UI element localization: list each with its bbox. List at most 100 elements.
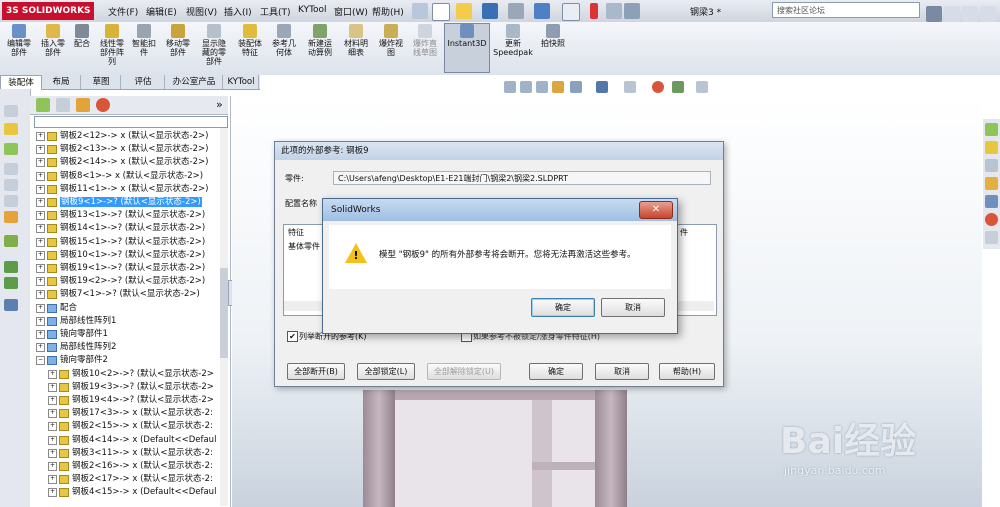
help-button[interactable]: 帮助(H) [659,363,715,380]
tab-sketch[interactable]: 草图 [82,75,121,89]
menu-window[interactable]: 窗口(W) [334,5,368,18]
expand-toggle-icon[interactable]: + [36,303,45,313]
tab-kytool[interactable]: KYTool [224,75,259,89]
expand-toggle-icon[interactable]: + [36,211,45,221]
insert-component-button[interactable]: 插入零 部件 [38,24,68,57]
menu-edit[interactable]: 编辑(E) [146,5,177,18]
zoom-area-icon[interactable] [520,81,532,93]
expand-toggle-icon[interactable]: + [48,409,57,419]
property-manager-tab-icon[interactable] [56,98,70,112]
menu-kytool[interactable]: KYTool [298,5,327,15]
display-style-icon[interactable] [596,81,608,93]
tree-component-item[interactable]: + 钢板19<2>->? (默认<显示状态-2>) [36,275,205,288]
tree-component-item[interactable]: + 钢板2<15>-> x (默认<显示状态-2: [48,420,213,433]
section-view-icon[interactable] [552,81,564,93]
tree-component-item[interactable]: + 钢板8<1>-> x (默认<显示状态-2>) [36,170,203,183]
expand-panel-icon[interactable]: » [216,98,223,111]
tree-component-item[interactable]: + 钢板2<16>-> x (默认<显示状态-2: [48,460,213,473]
linear-pattern-button[interactable]: 线性零 部件阵 列 [96,24,128,66]
strip-tool-9-icon[interactable] [4,261,18,273]
options-gear-icon[interactable] [624,3,640,19]
tree-group-item[interactable]: + 配合 [36,302,77,315]
tree-component-item[interactable]: + 钢板9<1>->? (默认<显示状态-2>) [36,196,202,209]
window-help-icons[interactable] [926,3,998,22]
warning-ok-button[interactable]: 确定 [531,298,595,317]
cancel-button[interactable]: 取消 [595,363,649,380]
menu-file[interactable]: 文件(F) [108,5,138,18]
menu-view[interactable]: 视图(V) [186,5,217,18]
tree-component-item[interactable]: + 钢板14<1>->? (默认<显示状态-2>) [36,222,205,235]
ok-button[interactable]: 确定 [529,363,583,380]
tree-component-item[interactable]: + 钢板3<11>-> x (默认<显示状态-2: [48,447,213,460]
expand-toggle-icon[interactable]: + [36,132,45,141]
design-library-icon[interactable] [985,141,998,154]
expand-toggle-icon[interactable]: + [36,330,45,339]
lock-all-button[interactable]: 全部锁定(L) [357,363,415,380]
view-orientation-icon[interactable] [570,81,582,93]
strip-tool-10-icon[interactable] [4,277,18,289]
folder-icon[interactable] [985,177,998,190]
print-icon[interactable] [508,3,524,19]
search-icon[interactable] [926,6,942,22]
expand-toggle-icon[interactable]: + [48,475,57,485]
expand-toggle-icon[interactable]: + [48,396,57,405]
save-icon[interactable] [482,3,498,19]
tree-component-item[interactable]: + 钢板13<1>->? (默认<显示状态-2>) [36,209,205,222]
strip-tool-3-icon[interactable] [4,143,18,155]
expand-toggle-icon[interactable]: + [36,277,45,287]
tree-component-item[interactable]: + 钢板4<14>-> x (Default<<Defaul [48,434,216,447]
show-hidden-button[interactable]: 显示隐 藏的零 部件 [198,24,230,66]
menu-tools[interactable]: 工具(T) [260,5,291,18]
configuration-manager-tab-icon[interactable] [76,98,90,112]
move-component-button[interactable]: 移动零 部件 [162,24,194,57]
traffic-light-icon[interactable] [590,3,598,19]
search-input[interactable]: 搜索社区论坛 [772,2,920,18]
list-broken-checkbox[interactable]: ✔ [287,331,298,342]
bill-of-materials-button[interactable]: 材料明 细表 [340,24,372,57]
expand-toggle-icon[interactable]: + [48,435,57,445]
minimize-icon[interactable] [962,6,978,22]
scene-icon[interactable] [672,81,684,93]
expand-toggle-icon[interactable]: + [36,290,45,300]
tab-evaluate[interactable]: 评估 [122,75,165,89]
expand-toggle-icon[interactable]: + [36,237,45,247]
edit-component-button[interactable]: 编辑零 部件 [2,24,36,57]
warning-cancel-button[interactable]: 取消 [601,298,665,317]
reference-geometry-button[interactable]: 参考几 何体 [268,24,300,57]
expand-toggle-icon[interactable]: + [36,316,45,326]
expand-toggle-icon[interactable]: + [48,488,57,498]
expand-toggle-icon[interactable]: + [36,145,45,155]
expand-toggle-icon[interactable]: + [36,264,45,273]
menu-help[interactable]: 帮助(H) [372,5,404,18]
tree-component-item[interactable]: + 钢板17<3>-> x (默认<显示状态-2: [48,407,213,420]
tree-group-item[interactable]: + 镜向零部件1 [36,328,108,341]
hide-show-items-icon[interactable] [624,81,636,93]
resources-icon[interactable] [985,123,998,136]
open-folder-icon[interactable] [456,3,472,19]
close-window-icon[interactable] [980,6,996,22]
update-speedpak-button[interactable]: 更新 Speedpak [492,24,534,57]
close-icon[interactable]: ✕ [639,201,673,219]
expand-toggle-icon[interactable]: + [48,382,57,392]
display-manager-tab-icon[interactable] [96,98,110,112]
expand-toggle-icon[interactable]: + [36,224,45,234]
strip-tool-5-icon[interactable] [4,179,18,191]
smart-fastener-button[interactable]: 智能扣 件 [130,24,158,57]
tree-component-item[interactable]: + 钢板2<14>-> x (默认<显示状态-2>) [36,156,208,169]
expand-toggle-icon[interactable]: + [48,422,57,432]
unlock-all-button[interactable]: 全部解除锁定(U) [427,363,501,380]
expand-toggle-icon[interactable]: + [36,158,45,168]
expand-toggle-icon[interactable]: + [48,462,57,471]
previous-view-icon[interactable] [536,81,548,93]
tree-scrollbar-thumb[interactable] [220,268,228,358]
new-document-icon[interactable] [432,3,450,21]
tree-component-item[interactable]: + 钢板19<3>->? (默认<显示状态-2> [48,381,214,394]
expand-toggle-icon[interactable]: + [36,250,45,260]
tab-assembly[interactable]: 装配体 [0,75,42,90]
expand-toggle-icon[interactable]: + [48,448,57,458]
view-palette-icon[interactable] [985,195,998,208]
select-cursor-icon[interactable] [562,3,580,21]
tree-scrollbar[interactable] [220,128,228,506]
strip-tool-2-icon[interactable] [4,123,18,135]
tree-component-item[interactable]: + 钢板11<1>-> x (默认<显示状态-2>) [36,183,208,196]
